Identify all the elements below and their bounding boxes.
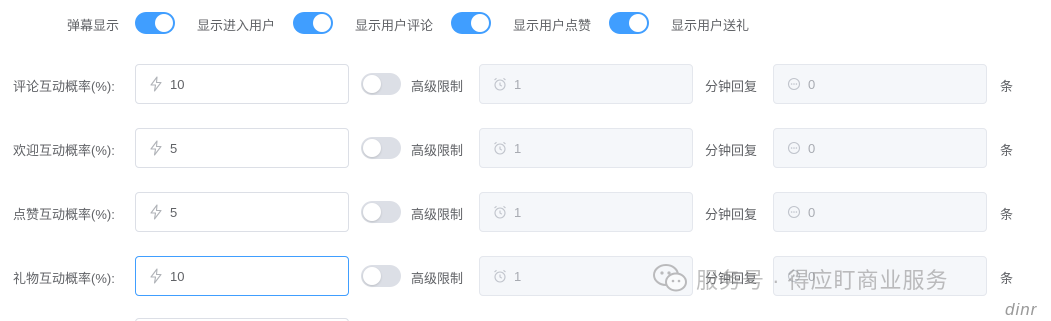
limit-value: 1 xyxy=(514,204,522,220)
probability-input[interactable]: 10 xyxy=(135,256,349,296)
switch-knob xyxy=(363,267,381,285)
row-label: 礼物互动概率(%): xyxy=(13,271,115,286)
more-dots-icon xyxy=(786,140,802,156)
limit-minutes-input[interactable]: 1 xyxy=(479,192,693,232)
limit-value: 1 xyxy=(514,268,522,284)
minutes-reply-label: 分钟回复 xyxy=(705,207,758,222)
minutes-reply-label: 分钟回复 xyxy=(705,143,758,158)
reply-count-input[interactable]: 0 xyxy=(773,64,987,104)
advanced-limit-label: 高级限制 xyxy=(411,143,464,158)
display-toggle-row: 弹幕显示 显示进入用户 显示用户评论 显示用户点赞 显示用户送礼 xyxy=(0,10,1051,36)
row-label: 点赞互动概率(%): xyxy=(13,207,115,222)
advanced-limit-switch[interactable] xyxy=(361,201,401,223)
probability-value: 10 xyxy=(170,268,185,284)
limit-minutes-input[interactable]: 1 xyxy=(479,128,693,168)
toggle-label-user-comment: 显示用户评论 xyxy=(355,18,434,33)
advanced-limit-label: 高级限制 xyxy=(411,271,464,286)
toggle-user-comment-switch[interactable] xyxy=(451,12,491,34)
reply-count-input[interactable]: 0 xyxy=(773,192,987,232)
advanced-limit-label: 高级限制 xyxy=(411,207,464,222)
probability-value: 5 xyxy=(170,204,178,220)
toggle-enter-user-switch[interactable] xyxy=(293,12,333,34)
switch-knob xyxy=(363,203,381,221)
switch-knob xyxy=(363,139,381,157)
more-dots-icon xyxy=(786,76,802,92)
limit-value: 1 xyxy=(514,140,522,156)
probability-input[interactable]: 5 xyxy=(135,192,349,232)
switch-knob xyxy=(629,14,647,32)
unit-label: 条 xyxy=(1000,79,1014,94)
limit-value: 1 xyxy=(514,76,522,92)
row-label: 欢迎互动概率(%): xyxy=(13,143,115,158)
alarm-clock-icon xyxy=(492,76,508,92)
advanced-limit-switch[interactable] xyxy=(361,265,401,287)
switch-knob xyxy=(471,14,489,32)
toggle-label-user-gift: 显示用户送礼 xyxy=(671,18,750,33)
more-dots-icon xyxy=(786,204,802,220)
advanced-limit-label: 高级限制 xyxy=(411,79,464,94)
switch-knob xyxy=(155,14,173,32)
lightning-icon xyxy=(148,76,164,92)
reply-count-input[interactable]: 0 xyxy=(773,128,987,168)
reply-value: 0 xyxy=(808,140,816,156)
probability-value: 10 xyxy=(170,76,185,92)
alarm-clock-icon xyxy=(492,140,508,156)
watermark: 服务号 · 得应盯商业服务 xyxy=(652,262,949,296)
switch-knob xyxy=(313,14,331,32)
unit-label: 条 xyxy=(1000,207,1014,222)
unit-label: 条 xyxy=(1000,271,1014,286)
row-label: 评论互动概率(%): xyxy=(13,79,115,94)
wechat-logo-icon xyxy=(652,263,688,296)
lightning-icon xyxy=(148,204,164,220)
watermark-mark: dinr xyxy=(1005,300,1038,319)
toggle-label-danmaku: 弹幕显示 xyxy=(67,18,120,33)
like-interaction-row: 点赞互动概率(%): 5 高级限制 1 分钟回复 0 条 xyxy=(0,192,1051,232)
alarm-clock-icon xyxy=(492,268,508,284)
danmaku-settings-panel: 弹幕显示 显示进入用户 显示用户评论 显示用户点赞 显示用户送礼 评论互动概率(… xyxy=(0,0,1051,321)
toggle-label-enter-user: 显示进入用户 xyxy=(197,18,276,33)
toggle-user-like-switch[interactable] xyxy=(609,12,649,34)
lightning-icon xyxy=(148,268,164,284)
reply-value: 0 xyxy=(808,204,816,220)
unit-label: 条 xyxy=(1000,143,1014,158)
probability-input[interactable]: 5 xyxy=(135,128,349,168)
welcome-interaction-row: 欢迎互动概率(%): 5 高级限制 1 分钟回复 0 条 xyxy=(0,128,1051,168)
alarm-clock-icon xyxy=(492,204,508,220)
probability-value: 5 xyxy=(170,140,178,156)
reply-value: 0 xyxy=(808,76,816,92)
advanced-limit-switch[interactable] xyxy=(361,73,401,95)
lightning-icon xyxy=(148,140,164,156)
advanced-limit-switch[interactable] xyxy=(361,137,401,159)
limit-minutes-input[interactable]: 1 xyxy=(479,64,693,104)
switch-knob xyxy=(363,75,381,93)
minutes-reply-label: 分钟回复 xyxy=(705,79,758,94)
probability-input[interactable]: 10 xyxy=(135,64,349,104)
watermark-text: 服务号 · 得应盯商业服务 xyxy=(696,268,949,293)
comment-interaction-row: 评论互动概率(%): 10 高级限制 1 分钟回复 0 条 xyxy=(0,64,1051,104)
toggle-danmaku-switch[interactable] xyxy=(135,12,175,34)
toggle-label-user-like: 显示用户点赞 xyxy=(513,18,592,33)
